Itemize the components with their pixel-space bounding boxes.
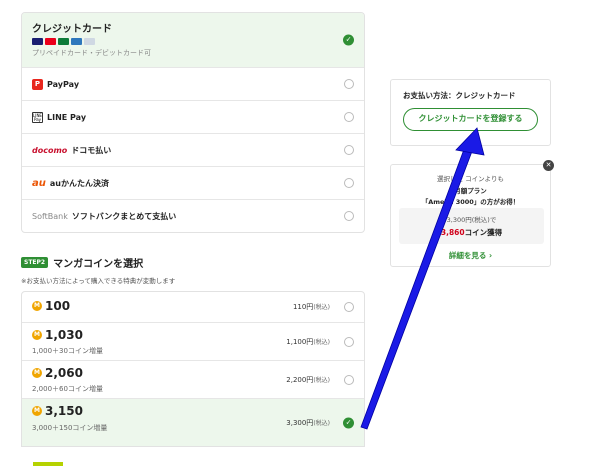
radio-button[interactable]	[344, 211, 354, 221]
coin-option-1030[interactable]: M 1,030 1,000＋30コイン増量 1,100円(税込)	[22, 322, 364, 360]
summary-title: お支払い方法：クレジットカード	[403, 91, 516, 100]
payment-option-paypay[interactable]: P PayPay	[22, 67, 364, 100]
payment-option-label: ドコモ払い	[71, 145, 112, 155]
manga-coin-icon: M	[32, 368, 42, 378]
radio-button[interactable]	[344, 145, 354, 155]
coin-bonus: 3,000＋150コイン増量	[32, 424, 108, 432]
diners-icon	[84, 38, 95, 45]
radio-button[interactable]	[344, 336, 354, 347]
linepay-logo-icon: LINE Pay	[32, 111, 43, 123]
step2-heading: STEP2 マンガコインを選択	[21, 255, 143, 270]
payment-summary-panel: お支払い方法：クレジットカード クレジットカードを登録する	[390, 79, 551, 146]
radio-button[interactable]	[344, 178, 354, 188]
radio-button[interactable]	[344, 374, 354, 385]
radio-button[interactable]	[344, 79, 354, 89]
promo-text-2: 月額プラン	[454, 187, 487, 195]
promo-panel: 選択した コインよりも 月額プラン 「Ameba 3000」の方がお得！ 3,3…	[390, 164, 551, 267]
coin-amount: 100	[45, 299, 71, 313]
step-title: マンガコインを選択	[53, 259, 144, 270]
payment-option-docomo[interactable]: docomo ドコモ払い	[22, 133, 364, 166]
step-badge: STEP2	[21, 257, 49, 268]
docomo-logo-icon: docomo	[32, 145, 68, 155]
manga-coin-icon: M	[32, 406, 42, 416]
coin-amount: 2,060	[45, 366, 83, 380]
payment-option-label: PayPay	[47, 79, 80, 89]
promo-offer-box: 3,300円(税込)で 3,860コイン獲得	[399, 208, 544, 244]
checkmark-icon[interactable]: ✓	[343, 417, 354, 428]
payment-option-label: LINE Pay	[47, 112, 87, 122]
radio-button[interactable]	[344, 112, 354, 122]
coin-price: 3,300円(税込)	[286, 418, 330, 427]
card-brand-icons	[32, 38, 364, 45]
checkmark-icon[interactable]: ✓	[343, 34, 354, 46]
jcb-icon	[58, 38, 69, 45]
visa-icon	[32, 38, 43, 45]
promo-details-link[interactable]: 詳細を見る ›	[391, 250, 550, 261]
payment-option-linepay[interactable]: LINE Pay LINE Pay	[22, 100, 364, 133]
coin-bonus: 2,000＋60コイン増量	[32, 385, 103, 393]
payment-option-au[interactable]: au auかんたん決済	[22, 166, 364, 199]
payment-option-label: auかんたん決済	[49, 178, 109, 188]
next-step-badge-partial	[33, 462, 63, 466]
payment-option-sub: プリペイドカード・デビットカード可	[32, 49, 151, 57]
register-credit-card-button[interactable]: クレジットカードを登録する	[403, 108, 538, 131]
coin-option-100[interactable]: M 100 110円(税込)	[22, 292, 364, 322]
step-note: ※お支払い方法によって購入できる特典が変動します	[21, 277, 176, 285]
payment-method-list: クレジットカード プリペイドカード・デビットカード可 ✓ P PayPay LI…	[21, 12, 365, 233]
payment-option-label: ソフトバンクまとめて支払い	[71, 211, 177, 221]
coin-option-list: M 100 110円(税込) M 1,030 1,000＋30コイン増量 1,100…	[21, 291, 365, 447]
mastercard-icon	[45, 38, 56, 45]
coin-price: 2,200円(税込)	[286, 375, 330, 384]
payment-option-credit-card[interactable]: クレジットカード プリペイドカード・デビットカード可 ✓	[22, 13, 364, 67]
paypay-logo-icon: P	[32, 78, 43, 90]
softbank-logo-icon: SoftBank	[32, 211, 68, 221]
close-icon[interactable]: ✕	[543, 160, 554, 171]
coin-bonus: 1,000＋30コイン増量	[32, 347, 103, 355]
amex-icon	[71, 38, 82, 45]
promo-text-1: 選択した コインよりも	[437, 175, 504, 183]
au-logo-icon: au	[32, 177, 46, 189]
coin-amount: 3,150	[45, 404, 83, 418]
radio-button[interactable]	[344, 302, 354, 312]
coin-price: 1,100円(税込)	[286, 337, 330, 346]
manga-coin-icon: M	[32, 301, 42, 311]
manga-coin-icon: M	[32, 330, 42, 340]
coin-price: 110円(税込)	[292, 303, 330, 311]
payment-option-softbank[interactable]: SoftBank ソフトバンクまとめて支払い	[22, 199, 364, 232]
coin-option-2060[interactable]: M 2,060 2,000＋60コイン増量 2,200円(税込)	[22, 360, 364, 398]
promo-text-3: 「Ameba 3000」の方がお得！	[421, 198, 520, 206]
payment-option-label: クレジットカード	[32, 24, 112, 35]
coin-option-3150[interactable]: M 3,150 3,000＋150コイン増量 3,300円(税込) ✓	[22, 398, 364, 446]
promo-coins: 3,860コイン獲得	[440, 228, 503, 237]
coin-amount: 1,030	[45, 328, 83, 342]
promo-price: 3,300円(税込)で	[446, 216, 497, 224]
